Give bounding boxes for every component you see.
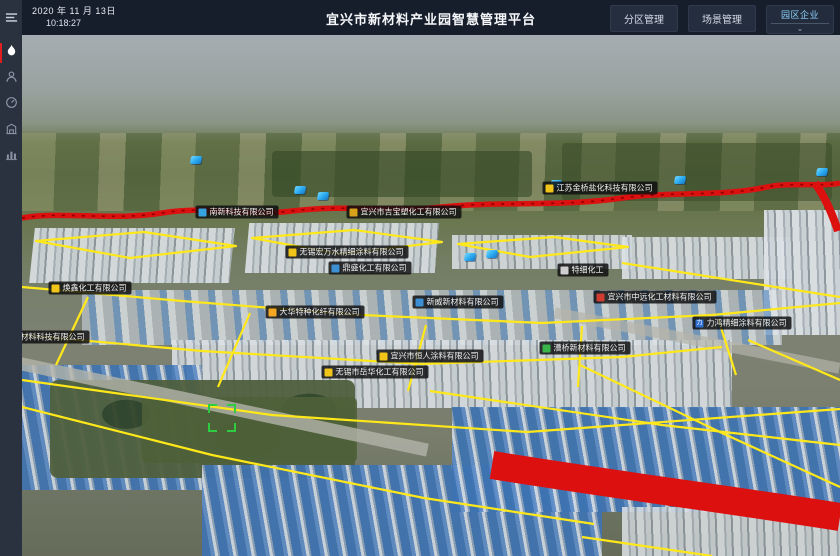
company-label-text: 无锡市岳华化工有限公司 bbox=[336, 367, 424, 378]
company-label-text: 无锡宏万水精细涂料有限公司 bbox=[300, 247, 404, 258]
droplet-icon bbox=[380, 352, 388, 360]
dot-icon bbox=[416, 298, 424, 306]
company-label-text: 大华特种化纤有限公司 bbox=[280, 307, 360, 318]
blue-3d-marker[interactable] bbox=[674, 176, 686, 184]
company-label-text: 宜兴市恒人涂料有限公司 bbox=[391, 351, 479, 362]
company-label[interactable]: 无锡宏万水精细涂料有限公司 bbox=[286, 246, 409, 259]
factory-icon bbox=[561, 266, 569, 274]
gear-icon bbox=[52, 284, 60, 292]
sidebar-item-fire[interactable] bbox=[0, 40, 22, 66]
li-icon: 力 bbox=[696, 319, 704, 327]
company-label[interactable]: 漕桥新材料有限公司 bbox=[540, 342, 631, 355]
company-label-text: 宜兴市中远化工材料有限公司 bbox=[608, 292, 712, 303]
sidebar-item-statistics[interactable] bbox=[0, 144, 22, 170]
flame-icon bbox=[269, 308, 277, 316]
blue-3d-marker[interactable] bbox=[294, 186, 306, 194]
map-3d-view[interactable]: 南新科技有限公司 宜兴市吉宝塑化工有限公司无锡宏万水精细涂料有限公司鼎盛化工有限公… bbox=[22, 35, 840, 556]
company-label[interactable]: 无锡市岳华化工有限公司 bbox=[322, 366, 429, 379]
company-label[interactable]: 宜兴市中远化工材料有限公司 bbox=[594, 291, 717, 304]
company-label-text: 新威新材料有限公司 bbox=[427, 297, 499, 308]
company-label[interactable]: 鼎盛化工有限公司 bbox=[329, 262, 412, 275]
gauge-icon bbox=[5, 96, 18, 114]
app-window: 2020 年 11 月 13日 10:18:27 宜兴市新材料产业园智慧管理平台… bbox=[0, 0, 840, 556]
blue-3d-marker[interactable] bbox=[486, 250, 498, 258]
company-label-text: 兴达塑胶材料科技有限公司 bbox=[22, 332, 85, 343]
company-label-text: 力鸿精细涂料有限公司 bbox=[707, 318, 787, 329]
company-label[interactable]: 新威新材料有限公司 bbox=[413, 296, 504, 309]
selection-reticle bbox=[208, 404, 236, 432]
company-label-text: 漕桥新材料有限公司 bbox=[554, 343, 626, 354]
company-label-text: 南新科技有限公司 bbox=[210, 207, 274, 218]
company-label[interactable]: 特细化工 bbox=[558, 264, 609, 277]
user-icon bbox=[5, 70, 18, 88]
company-label[interactable]: 大华特种化纤有限公司 bbox=[266, 306, 365, 319]
header-bar: 2020 年 11 月 13日 10:18:27 宜兴市新材料产业园智慧管理平台… bbox=[22, 0, 840, 35]
company-label[interactable]: 力力鸿精细涂料有限公司 bbox=[693, 317, 792, 330]
droplet-icon bbox=[289, 248, 297, 256]
company-label-text: 鼎盛化工有限公司 bbox=[343, 263, 407, 274]
shield-icon bbox=[597, 293, 605, 301]
building-icon bbox=[350, 208, 358, 216]
dot-icon bbox=[325, 368, 333, 376]
blue-3d-marker[interactable] bbox=[464, 253, 476, 261]
blue-3d-marker[interactable] bbox=[816, 168, 828, 176]
company-label[interactable]: 江苏金桥盐化科技有限公司 bbox=[543, 182, 658, 195]
company-label[interactable]: 焕鑫化工有限公司 bbox=[49, 282, 132, 295]
sidebar-item-enterprise[interactable] bbox=[0, 118, 22, 144]
building-icon bbox=[5, 122, 18, 140]
leaf-icon bbox=[543, 344, 551, 352]
park-enterprise-dropdown[interactable]: 园区企业 ⌄ bbox=[766, 5, 834, 34]
gear-icon bbox=[199, 208, 207, 216]
flag-icon bbox=[546, 184, 554, 192]
company-label[interactable]: 宜兴市恒人涂料有限公司 bbox=[377, 350, 484, 363]
blue-3d-marker[interactable] bbox=[317, 192, 329, 200]
scene-manage-button[interactable]: 场景管理 bbox=[688, 5, 756, 32]
company-label[interactable]: 南新科技有限公司 bbox=[196, 206, 279, 219]
sidebar-item-monitor[interactable] bbox=[0, 92, 22, 118]
zone-manage-button[interactable]: 分区管理 bbox=[610, 5, 678, 32]
flame-icon bbox=[5, 44, 18, 62]
dropdown-label: 园区企业 bbox=[771, 8, 829, 21]
blue-3d-marker[interactable] bbox=[190, 156, 202, 164]
company-label-text: 宜兴市吉宝塑化工有限公司 bbox=[361, 207, 457, 218]
company-label-text: 焕鑫化工有限公司 bbox=[63, 283, 127, 294]
chevron-down-icon: ⌄ bbox=[771, 24, 829, 33]
company-label-text: 特细化工 bbox=[572, 265, 604, 276]
sidebar bbox=[0, 0, 22, 556]
company-label[interactable]: 兴达塑胶材料科技有限公司 bbox=[22, 331, 90, 344]
company-label[interactable]: 宜兴市吉宝塑化工有限公司 bbox=[347, 206, 462, 219]
menu-icon[interactable] bbox=[0, 4, 22, 30]
header-actions: 分区管理 场景管理 园区企业 ⌄ bbox=[610, 5, 834, 34]
sidebar-item-user[interactable] bbox=[0, 66, 22, 92]
chart-icon bbox=[5, 148, 18, 166]
company-label-text: 江苏金桥盐化科技有限公司 bbox=[557, 183, 653, 194]
user-icon bbox=[332, 264, 340, 272]
